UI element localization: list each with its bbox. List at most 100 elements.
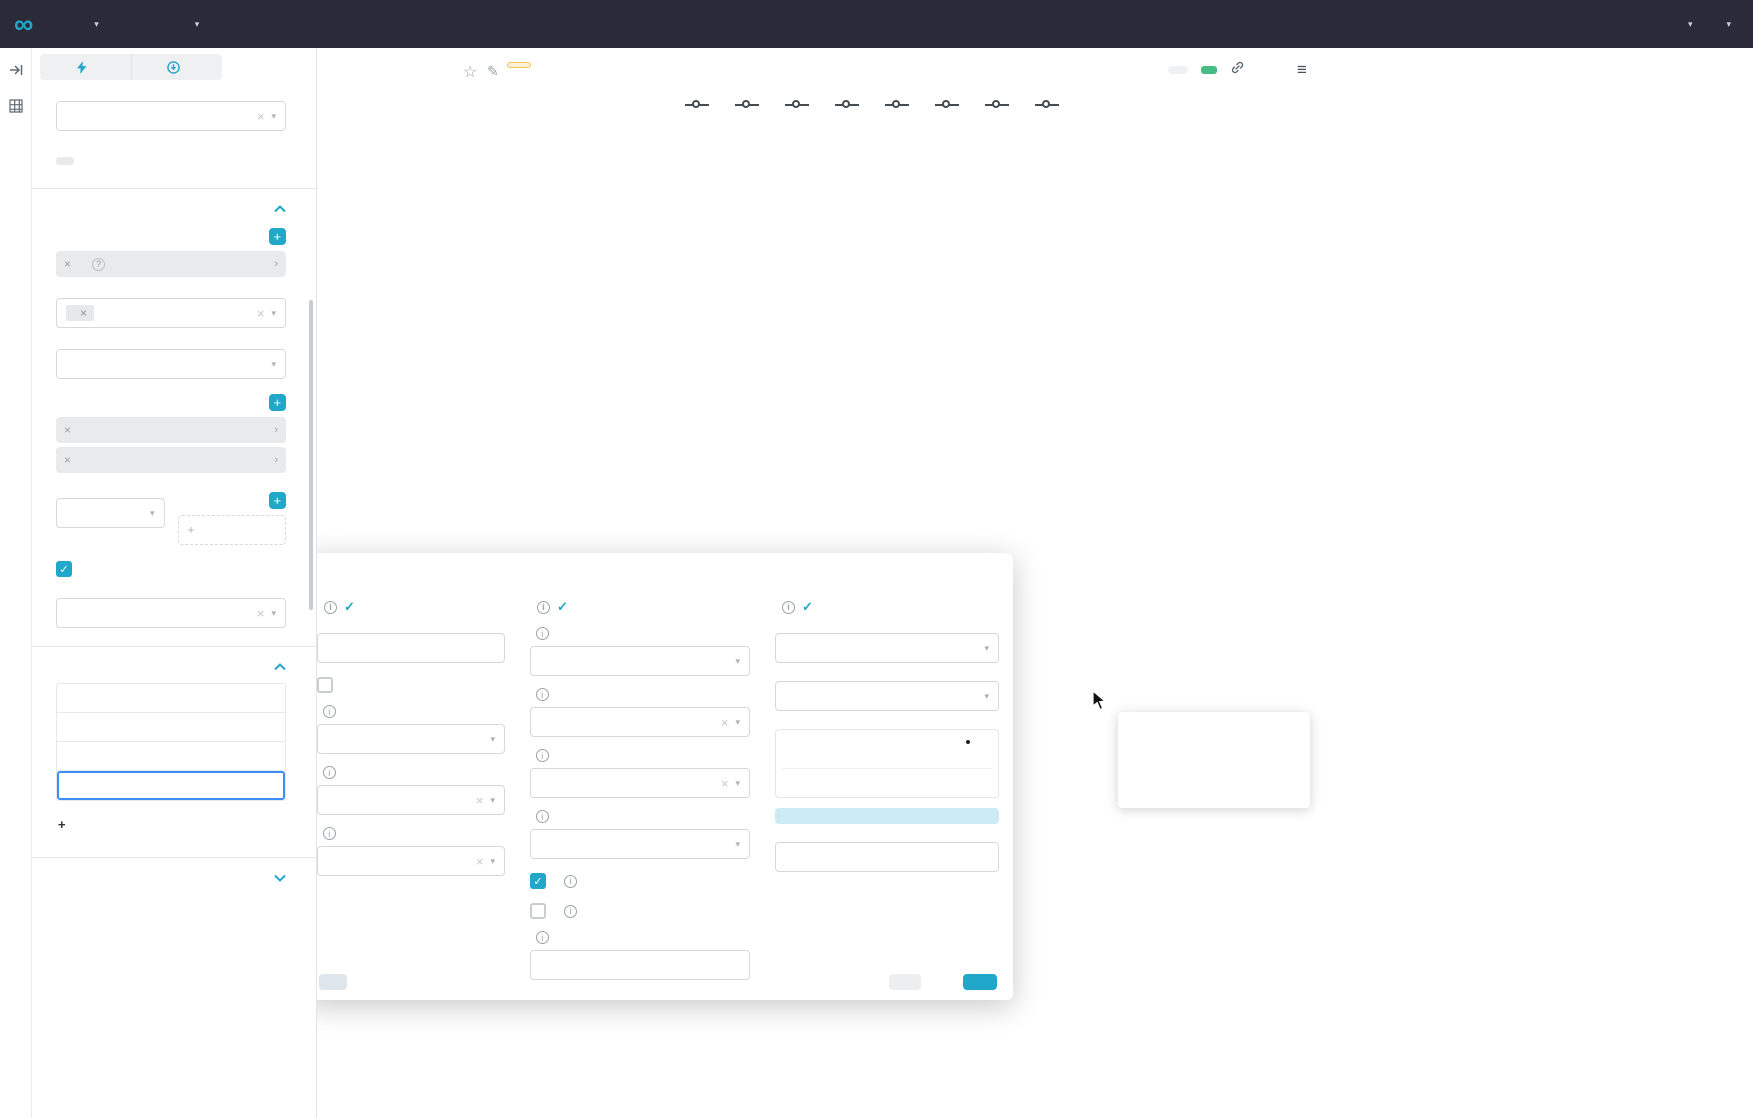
style-select[interactable]: ▾ xyxy=(775,633,999,663)
clear-icon[interactable]: × xyxy=(721,715,729,730)
interval-start-select[interactable]: ▾ xyxy=(530,646,750,676)
legend-item[interactable] xyxy=(935,100,965,110)
chevron-up-icon[interactable] xyxy=(274,663,286,671)
share-link-icon[interactable] xyxy=(1230,60,1245,80)
color-swatch[interactable] xyxy=(782,736,794,748)
hide-layer-checkbox[interactable] xyxy=(317,677,505,693)
annotation-layer-item[interactable] xyxy=(57,684,285,713)
clear-icon[interactable]: × xyxy=(476,854,484,869)
filter-chip[interactable]: × › xyxy=(56,447,286,473)
legend-item[interactable] xyxy=(685,100,715,110)
remove-icon[interactable]: × xyxy=(64,423,71,437)
new-item-menu[interactable]: ▾ xyxy=(1683,19,1693,30)
clear-icon[interactable]: × xyxy=(476,793,484,808)
color-swatch[interactable] xyxy=(872,752,884,764)
superset-logo[interactable]: ∞ xyxy=(14,11,40,38)
color-swatch[interactable] xyxy=(827,736,839,748)
color-swatch[interactable] xyxy=(797,752,809,764)
datasource-grid-icon[interactable] xyxy=(0,92,32,120)
ok-button[interactable] xyxy=(963,974,997,990)
clear-icon[interactable]: × xyxy=(257,606,265,621)
legend-item[interactable] xyxy=(835,100,865,110)
color-swatch[interactable] xyxy=(902,736,914,748)
superset-infinity-icon: ∞ xyxy=(14,11,33,38)
annotation-layer-item-selected[interactable] xyxy=(57,771,285,800)
time-grain-select[interactable]: × ▾ xyxy=(56,101,286,131)
color-swatch[interactable] xyxy=(887,736,899,748)
edit-pencil-icon[interactable]: ✎ xyxy=(487,63,499,80)
automatic-color-button[interactable] xyxy=(775,808,999,824)
annotation-layer-item[interactable] xyxy=(57,713,285,742)
interval-end-select[interactable]: × ▾ xyxy=(530,707,750,737)
contribution-mode-select[interactable]: ▾ xyxy=(56,349,286,379)
clear-icon[interactable]: × xyxy=(257,306,265,321)
add-sort-metric-button[interactable]: + xyxy=(269,492,286,509)
time-range-chip[interactable] xyxy=(56,157,74,165)
chevron-up-icon[interactable] xyxy=(274,205,286,213)
title-column-select[interactable]: × ▾ xyxy=(530,768,750,798)
row-limit-select[interactable]: × ▾ xyxy=(56,598,286,628)
series-limit-select[interactable]: ▾ xyxy=(56,498,165,528)
color-swatch-selected[interactable] xyxy=(962,736,974,748)
group-by-select[interactable]: × × ▾ xyxy=(56,298,286,328)
color-swatch[interactable] xyxy=(947,736,959,748)
chart-select[interactable]: × ▾ xyxy=(317,846,505,876)
legend-item[interactable] xyxy=(985,100,1015,110)
legend-item[interactable] xyxy=(885,100,915,110)
legend-item[interactable] xyxy=(735,100,765,110)
panel-scrollbar[interactable] xyxy=(309,300,313,610)
nav-sql-lab[interactable]: ▾ xyxy=(189,19,200,30)
annotation-layer-item[interactable] xyxy=(57,742,285,771)
collapse-panel-icon[interactable] xyxy=(0,56,32,84)
remove-tag-icon[interactable]: × xyxy=(80,306,87,320)
chevron-down-icon[interactable] xyxy=(274,874,286,882)
color-swatch[interactable] xyxy=(812,752,824,764)
name-input[interactable] xyxy=(317,633,505,663)
nav-data[interactable]: ▾ xyxy=(88,19,99,30)
color-swatch[interactable] xyxy=(827,752,839,764)
color-swatch[interactable] xyxy=(842,736,854,748)
annotation-source-select[interactable]: × ▾ xyxy=(317,785,505,815)
time-shift-input[interactable] xyxy=(530,950,750,980)
clear-icon[interactable]: × xyxy=(257,109,265,124)
sort-by-add-metric[interactable]: + xyxy=(178,515,287,545)
metric-chip[interactable]: × ? › xyxy=(56,251,286,277)
annotations-section-header[interactable] xyxy=(56,663,286,671)
settings-menu[interactable]: ▾ xyxy=(1720,19,1731,30)
color-swatch[interactable] xyxy=(857,752,869,764)
more-options-icon[interactable]: ≡ xyxy=(1297,60,1307,80)
legend-item[interactable] xyxy=(1035,100,1065,110)
color-swatch[interactable] xyxy=(917,736,929,748)
annotation-layer-type-select[interactable]: ▾ xyxy=(317,724,505,754)
filter-chip[interactable]: × › xyxy=(56,417,286,443)
add-filter-button[interactable]: + xyxy=(269,394,286,411)
color-swatch[interactable] xyxy=(782,752,794,764)
line-width-input[interactable] xyxy=(775,842,999,872)
color-swatch[interactable] xyxy=(842,752,854,764)
remove-icon[interactable]: × xyxy=(64,257,71,271)
info-icon: i xyxy=(323,827,336,840)
legend-item[interactable] xyxy=(785,100,815,110)
color-swatch[interactable] xyxy=(932,736,944,748)
sort-descending-checkbox[interactable]: ✓ xyxy=(56,561,286,577)
color-swatch[interactable] xyxy=(812,736,824,748)
query-section-header[interactable] xyxy=(56,205,286,213)
predictive-analytics-header[interactable] xyxy=(56,874,286,882)
run-button[interactable] xyxy=(40,54,131,80)
clear-icon[interactable]: × xyxy=(721,776,729,791)
color-swatch[interactable] xyxy=(797,736,809,748)
apply-button[interactable] xyxy=(889,974,921,990)
override-time-grain-checkbox[interactable]: i xyxy=(530,903,750,919)
save-button[interactable] xyxy=(131,54,223,80)
add-annotation-layer-button[interactable]: + xyxy=(56,809,286,839)
description-columns-select[interactable]: ▾ xyxy=(530,829,750,859)
add-metric-button[interactable]: + xyxy=(269,228,286,245)
remove-icon[interactable]: × xyxy=(64,453,71,467)
override-time-range-checkbox[interactable]: ✓ i xyxy=(530,873,750,889)
remove-button[interactable] xyxy=(319,974,347,990)
color-swatch[interactable] xyxy=(872,736,884,748)
info-icon: i xyxy=(536,810,549,823)
favorite-star-icon[interactable]: ☆ xyxy=(463,62,477,82)
color-swatch[interactable] xyxy=(857,736,869,748)
opacity-select[interactable]: ▾ xyxy=(775,681,999,711)
